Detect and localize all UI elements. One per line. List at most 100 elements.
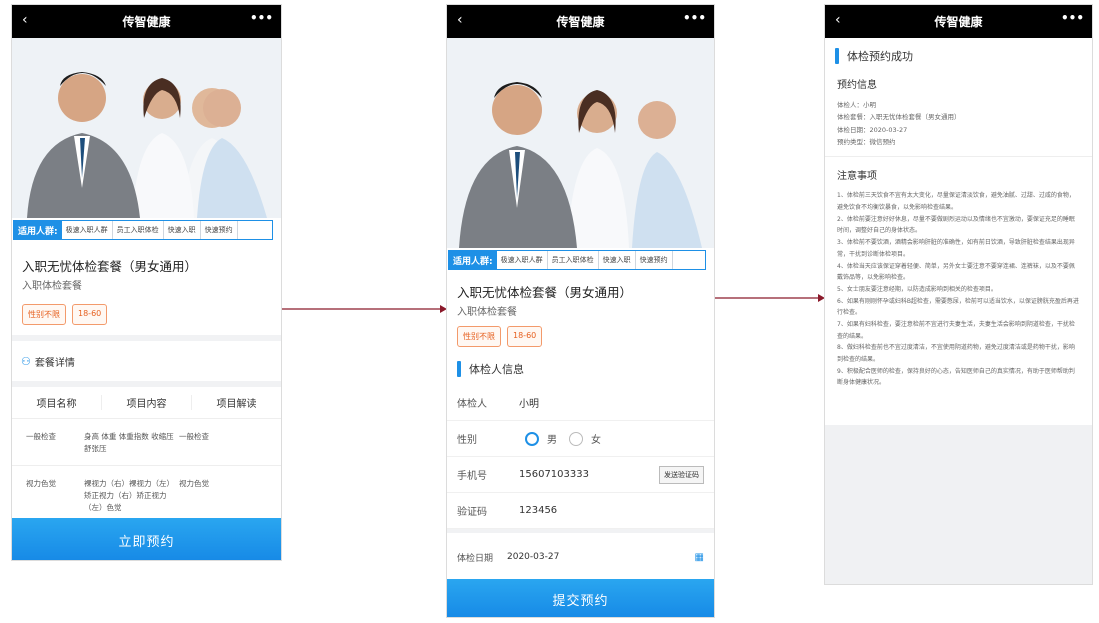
back-icon[interactable]: ‹ (457, 12, 463, 28)
notes-list: 1、体检前三天饮食不宜有太大变化，尽量保证清淡饮食，避免油腻、过甜、过咸的食物，… (825, 188, 1092, 391)
audience-tags: 适用人群: 极速入职人群 员工入职体检 快速入职 快速预约 (13, 220, 273, 240)
navbar: ‹ 传智健康 ••• (447, 5, 714, 38)
send-code-button[interactable]: 发送验证码 (659, 465, 704, 484)
gender-chip: 性别不限 (457, 326, 501, 347)
column-header: 项目内容 (102, 395, 192, 410)
section-bar (835, 48, 839, 64)
note-item: 8、做妇科检查前也不宜过度清洁，不宜使用阴道药物，避免过度清洁或是药物干扰，影响… (837, 344, 1075, 363)
note-item: 2、体检前要注意好好休息，尽量不要做剧烈运动以及情绪也不宜激动，要保证充足的睡眠… (837, 215, 1075, 235)
divider (447, 529, 714, 533)
date-value[interactable]: 2020-03-27 (507, 552, 559, 562)
name-field[interactable]: 体检人 小明 (447, 385, 714, 421)
banner-image (447, 38, 714, 248)
gender-female-option[interactable]: 女 (569, 431, 601, 446)
note-item: 5、女士朋友要注意经期，以防造成影响到相关的检查项目。 (837, 285, 997, 293)
name-label: 体检人 (457, 399, 487, 410)
column-header: 项目解读 (216, 399, 257, 410)
section-bar (457, 361, 461, 377)
tag-item: 快速预约 (636, 251, 673, 269)
tag-item: 极速入职人群 (497, 251, 548, 269)
phone-field[interactable]: 手机号 15607103333 发送验证码 (447, 457, 714, 493)
package-subtitle: 入职体检套餐 (22, 281, 82, 292)
code-label: 验证码 (457, 507, 487, 518)
gender-chip: 性别不限 (22, 304, 66, 325)
back-icon[interactable]: ‹ (835, 12, 841, 28)
code-value[interactable]: 123456 (519, 505, 557, 516)
date-field[interactable]: 体检日期 2020-03-27 ▦ (447, 537, 714, 577)
package-subtitle: 入职体检套餐 (457, 307, 517, 318)
age-chip: 18-60 (72, 304, 108, 325)
calendar-icon[interactable]: ▦ (695, 552, 704, 563)
phone-label: 手机号 (457, 471, 487, 482)
gender-field: 性别 男 女 (447, 421, 714, 457)
cell-content: 裸视力（右）裸视力（左）矫正视力（右）矫正视力（左）色觉 (84, 479, 174, 512)
cell-explain: 一般检查 (179, 432, 209, 441)
date-label: 体检日期 (457, 553, 494, 564)
success-title: 体检预约成功 (825, 38, 1092, 72)
navbar-title: 传智健康 (934, 15, 983, 29)
table-header: 项目名称 项目内容 项目解读 (12, 387, 281, 419)
package-name: 入职无忧体检套餐（男女通用） (457, 285, 633, 300)
note-item: 3、体检前不要饮酒，酒精会影响肝脏的准确性，如有前日饮酒，导致肝脏检查结果出现异… (837, 239, 1075, 258)
navbar-title: 传智健康 (556, 15, 605, 29)
package-name: 入职无忧体检套餐（男女通用） (22, 259, 198, 274)
audience-label: 适用人群: (449, 251, 497, 269)
note-item: 4、体检当天应该保证穿着轻便、简单，另外女士要注意不要穿连裙、连裤袜，以及不要佩… (837, 262, 1075, 282)
table-row: 视力色觉 裸视力（右）裸视力（左）矫正视力（右）矫正视力（左）色觉 视力色觉 (12, 466, 281, 525)
package-info: 入职无忧体检套餐（男女通用） 入职体检套餐 性别不限 18-60 (12, 240, 281, 335)
radio-unchecked-icon[interactable] (569, 431, 583, 446)
code-field[interactable]: 验证码 123456 (447, 493, 714, 529)
navbar-title: 传智健康 (122, 15, 171, 29)
package-detail-header: ⚇ 套餐详情 (12, 341, 281, 381)
note-item: 6、如果有刚刚怀孕或妇科B超检查，需要憋尿，检前可以适当饮水，以保证膀胱充盈后再… (837, 297, 1079, 317)
book-now-button[interactable]: 立即预约 (12, 518, 281, 560)
audience-label: 适用人群: (14, 221, 62, 239)
empty-area (825, 425, 1092, 584)
info-line: 体检人：小明 (837, 101, 876, 109)
submit-booking-button[interactable]: 提交预约 (447, 579, 714, 617)
cell-content: 身高 体重 体重指数 收缩压 舒张压 (84, 432, 174, 453)
note-item: 7、如果有妇科检查，要注意检前不宜进行夫妻生活，夫妻生活会影响到阴道检查，干扰检… (837, 320, 1075, 340)
tag-item: 员工入职体检 (548, 251, 599, 269)
package-info: 入职无忧体检套餐（男女通用） 入职体检套餐 性别不限 18-60 (447, 270, 714, 353)
age-chip: 18-60 (507, 326, 543, 347)
navbar: ‹ 传智健康 ••• (825, 5, 1092, 38)
flow-arrow (282, 305, 447, 313)
note-item: 1、体检前三天饮食不宜有太大变化，尽量保证清淡饮食，避免油腻、过甜、过咸的食物，… (837, 192, 1075, 212)
more-icon[interactable]: ••• (683, 11, 706, 25)
screen-package-detail: ‹ 传智健康 ••• 适用人群: 极速入职人群 员工入职体检 快速入职 快速预约… (11, 4, 282, 561)
tag-item: 快速入职 (164, 221, 201, 239)
section-title-text: 体检人信息 (469, 363, 524, 376)
detail-icon: ⚇ (21, 354, 31, 368)
more-icon[interactable]: ••• (1061, 11, 1084, 25)
booking-info: 体检人：小明 体检套餐：入职无忧体检套餐（男女通用） 体检日期：2020-03-… (825, 97, 1092, 150)
tag-item: 快速预约 (201, 221, 238, 239)
gender-label: 性别 (457, 435, 477, 446)
back-icon[interactable]: ‹ (22, 12, 28, 28)
name-value[interactable]: 小明 (519, 395, 539, 410)
navbar: ‹ 传智健康 ••• (12, 5, 281, 38)
info-line: 预约类型：微信预约 (837, 138, 896, 147)
screen-booking-success: ‹ 传智健康 ••• 体检预约成功 预约信息 体检人：小明 体检套餐：入职无忧体… (824, 4, 1093, 585)
gender-male-label: 男 (547, 435, 557, 446)
gender-female-label: 女 (591, 435, 601, 446)
table-row: 一般检查 身高 体重 体重指数 收缩压 舒张压 一般检查 (12, 419, 281, 466)
tag-item: 快速入职 (599, 251, 636, 269)
info-line: 体检套餐：入职无忧体检套餐（男女通用） (837, 113, 961, 122)
column-header: 项目名称 (12, 395, 102, 410)
phone-value[interactable]: 15607103333 (519, 469, 589, 480)
gender-male-option[interactable]: 男 (525, 431, 557, 446)
booking-info-title: 预约信息 (837, 80, 877, 91)
radio-checked-icon[interactable] (525, 431, 539, 446)
detail-title: 套餐详情 (34, 357, 75, 369)
audience-tags: 适用人群: 极速入职人群 员工入职体检 快速入职 快速预约 (448, 250, 706, 270)
cell-name: 一般检查 (26, 432, 56, 441)
note-item: 9、积极配合医师的检查，保持良好的心态，告知医师自己的真实情况，有助于医师帮助判… (837, 367, 1075, 387)
cell-explain: 视力色觉 (179, 479, 209, 488)
tag-item: 极速入职人群 (62, 221, 113, 239)
notes-title: 注意事项 (837, 171, 877, 183)
banner-image (12, 38, 281, 218)
divider (825, 156, 1092, 158)
success-title-text: 体检预约成功 (847, 50, 913, 63)
more-icon[interactable]: ••• (250, 11, 273, 25)
